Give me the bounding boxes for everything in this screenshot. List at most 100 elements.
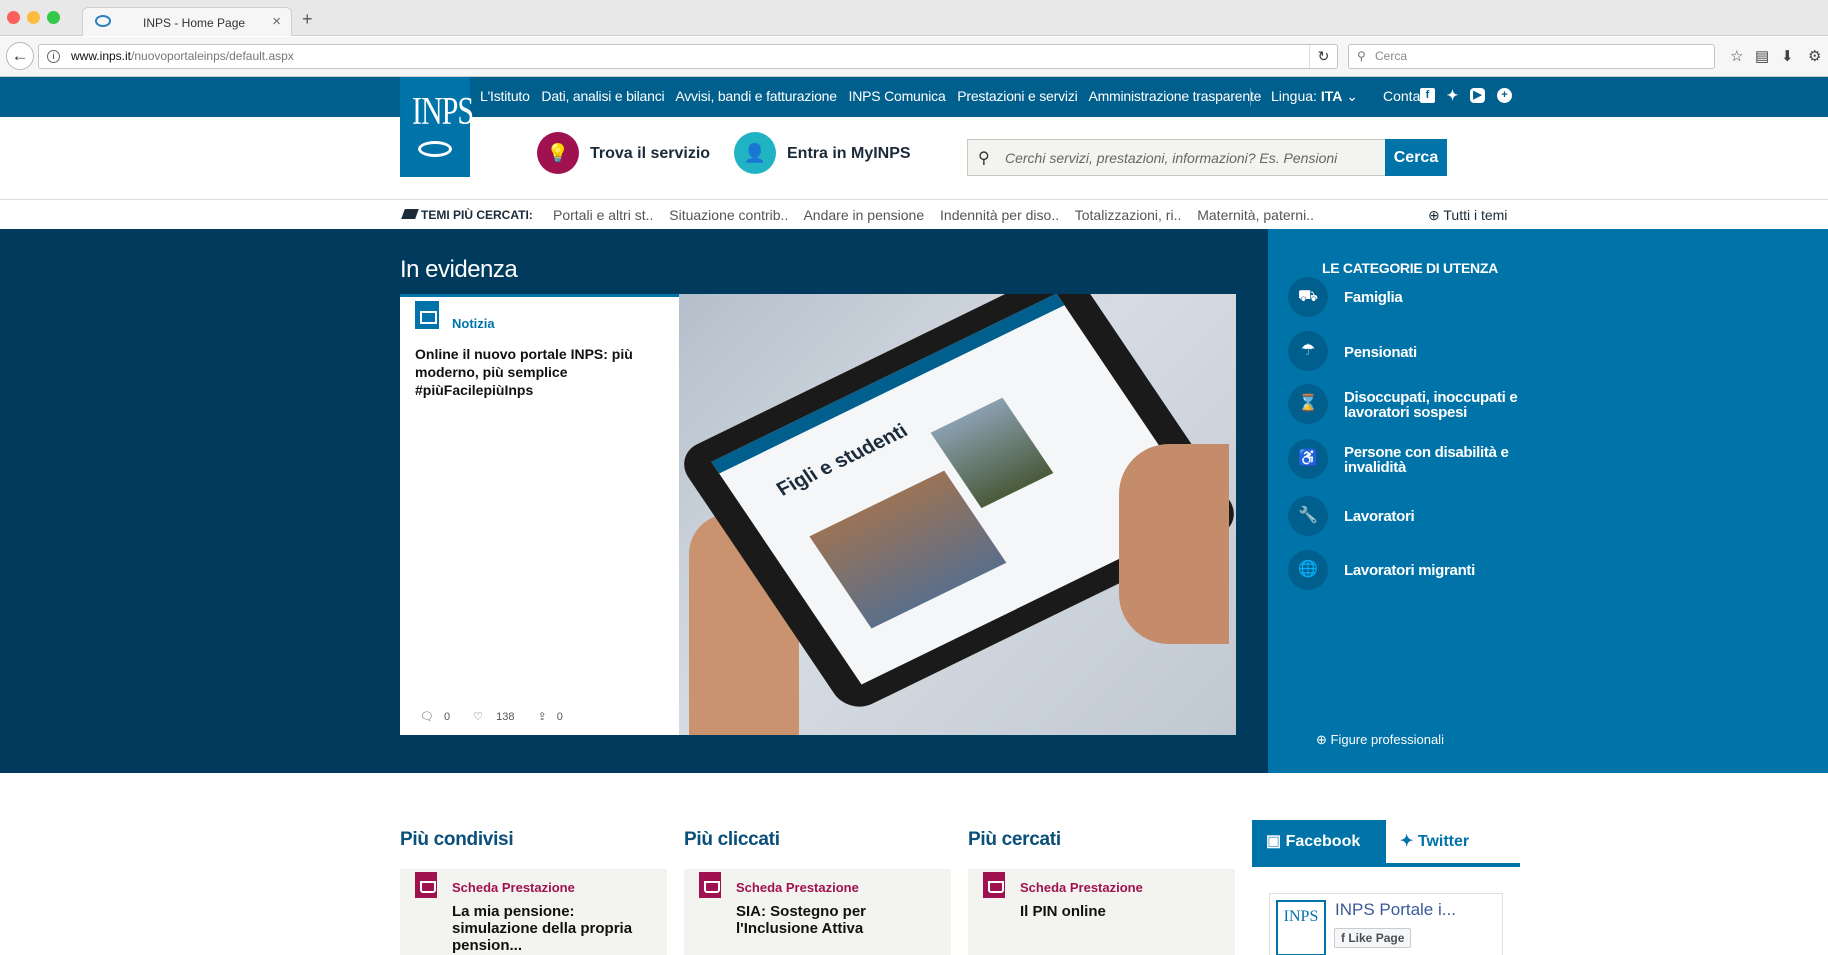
- tab-facebook[interactable]: ▣ Facebook: [1252, 820, 1386, 863]
- section-title-cliccati: Più cliccati: [684, 829, 780, 850]
- lang-value: ITA: [1320, 88, 1343, 104]
- news-tag: Notizia: [452, 316, 495, 331]
- inbox-icon: [983, 872, 1005, 898]
- newspaper-icon: [415, 301, 439, 329]
- twitter-icon: ✦: [1400, 833, 1418, 850]
- site-search: ⚲ Cerchi servizi, prestazioni, informazi…: [967, 139, 1447, 176]
- new-tab-icon[interactable]: +: [302, 9, 313, 30]
- plus-icon[interactable]: +: [1497, 88, 1512, 103]
- card-title[interactable]: SIA: Sostegno per l'Inclusione Attiva: [736, 903, 936, 937]
- search-icon: ⚲: [978, 150, 990, 167]
- theme-link[interactable]: Totalizzazioni, ri..: [1075, 207, 1182, 223]
- card-cercati[interactable]: Scheda Prestazione Il PIN online: [968, 869, 1235, 955]
- social-widget: ▣ Facebook ✦ Twitter INPS INPS Portale i…: [1252, 820, 1520, 955]
- wrench-icon: 🔧: [1288, 496, 1328, 536]
- reading-list-icon[interactable]: ▤: [1755, 47, 1769, 65]
- shares-count[interactable]: ⇪ 0: [538, 711, 573, 723]
- nav-link-avvisi[interactable]: Avvisi, bandi e fatturazione: [675, 88, 837, 104]
- wheelchair-icon: ♿: [1288, 439, 1328, 479]
- inbox-icon: [415, 872, 437, 898]
- themes-bar: TEMI PIÙ CERCATI: Portali e altri st.. S…: [0, 199, 1828, 229]
- search-icon: ⚲: [1357, 49, 1366, 63]
- language-selector[interactable]: Lingua: ITA ⌄: [1271, 88, 1358, 105]
- logo-text: INPS: [412, 89, 474, 133]
- trova-servizio-link[interactable]: Trova il servizio: [590, 145, 710, 163]
- site-top-nav: L'Istituto Dati, analisi e bilanci Avvis…: [0, 77, 1828, 117]
- card-tag: Scheda Prestazione: [452, 880, 575, 895]
- fb-page-name[interactable]: INPS Portale i...: [1335, 900, 1456, 920]
- comments-count[interactable]: 🗨 0: [420, 711, 460, 723]
- figure-professionali-link[interactable]: ⊕ Figure professionali: [1316, 732, 1444, 748]
- favicon-icon: [95, 15, 111, 27]
- hourglass-icon: ⌛: [1288, 384, 1328, 424]
- nav-link-prestazioni[interactable]: Prestazioni e servizi: [957, 88, 1077, 104]
- heart-icon: ♡: [473, 711, 484, 723]
- globe-icon: 🌐: [1288, 550, 1328, 590]
- hero-image[interactable]: Figli e studenti: [679, 294, 1236, 735]
- inps-logo[interactable]: INPS: [400, 77, 474, 177]
- info-icon[interactable]: i: [47, 50, 60, 63]
- nav-link-comunica[interactable]: INPS Comunica: [849, 88, 946, 104]
- maximize-window-button[interactable]: [47, 11, 60, 24]
- cerca-button[interactable]: Cerca: [1385, 139, 1447, 176]
- twitter-icon[interactable]: ✦: [1445, 88, 1460, 103]
- themes-label: TEMI PIÙ CERCATI:: [401, 208, 533, 222]
- hand-right: [1119, 444, 1229, 644]
- inbox-icon: [699, 872, 721, 898]
- theme-link[interactable]: Andare in pensione: [803, 207, 924, 223]
- browser-tab[interactable]: INPS - Home Page ×: [82, 7, 292, 36]
- download-icon[interactable]: ⬇: [1781, 47, 1794, 65]
- facebook-page-embed: INPS INPS Portale i... f Like Page: [1269, 893, 1503, 955]
- nav-divider: [1250, 88, 1251, 106]
- facebook-icon: ▣: [1266, 833, 1286, 850]
- tag-icon: [401, 209, 419, 219]
- nav-link-istituto[interactable]: L'Istituto: [480, 88, 530, 104]
- user-icon[interactable]: 👤: [734, 132, 776, 174]
- news-card[interactable]: Notizia Online il nuovo portale INPS: pi…: [400, 294, 679, 735]
- likes-count[interactable]: ♡ 138: [473, 711, 524, 723]
- news-title[interactable]: Online il nuovo portale INPS: più modern…: [415, 345, 665, 399]
- youtube-icon[interactable]: ▶: [1470, 88, 1485, 103]
- tab-twitter[interactable]: ✦ Twitter: [1386, 820, 1520, 863]
- theme-link[interactable]: Maternità, paterni..: [1197, 207, 1314, 223]
- theme-link[interactable]: Indennità per diso..: [940, 207, 1059, 223]
- browser-toolbar: ← i www.inps.it/nuovoportaleinps/default…: [0, 37, 1828, 77]
- lightbulb-icon[interactable]: 💡: [537, 132, 579, 174]
- close-window-button[interactable]: [7, 11, 20, 24]
- top-nav-links: L'Istituto Dati, analisi e bilanci Avvis…: [480, 88, 1269, 104]
- url-domain: www.inps.it: [71, 49, 132, 63]
- site-search-input[interactable]: Cerchi servizi, prestazioni, informazion…: [1005, 150, 1337, 166]
- browser-search-input[interactable]: ⚲ Cerca: [1348, 44, 1715, 69]
- comment-icon: 🗨: [420, 711, 434, 723]
- nav-link-dati[interactable]: Dati, analisi e bilanci: [541, 88, 664, 104]
- back-button[interactable]: ←: [6, 42, 34, 70]
- address-bar[interactable]: i www.inps.it/nuovoportaleinps/default.a…: [38, 44, 1338, 69]
- circle-arrow-icon: ⊕: [1428, 207, 1444, 223]
- circle-arrow-icon: ⊕: [1316, 732, 1331, 747]
- close-tab-icon[interactable]: ×: [272, 13, 281, 30]
- nav-link-trasparente[interactable]: Amministrazione trasparente: [1088, 88, 1261, 104]
- entra-myinps-link[interactable]: Entra in MyINPS: [787, 145, 911, 163]
- news-stats: 🗨 0 ♡ 138 ⇪ 0: [420, 710, 583, 723]
- share-icon: ⇪: [537, 711, 547, 723]
- like-page-button[interactable]: f Like Page: [1334, 928, 1412, 948]
- url-path: /nuovoportaleinps/default.aspx: [131, 49, 294, 63]
- theme-link[interactable]: Situazione contrib..: [669, 207, 788, 223]
- inps-page-logo[interactable]: INPS: [1276, 900, 1326, 955]
- card-title[interactable]: La mia pensione: simulazione della propr…: [452, 903, 652, 954]
- bookmark-star-icon[interactable]: ☆: [1730, 47, 1743, 65]
- tab-underline: [1252, 863, 1520, 867]
- logo-swirl-icon: [418, 141, 452, 157]
- pocket-icon[interactable]: ⚙: [1808, 47, 1821, 65]
- reload-icon[interactable]: ↻: [1309, 45, 1337, 68]
- stroller-icon: ⛟: [1288, 277, 1328, 317]
- minimize-window-button[interactable]: [27, 11, 40, 24]
- card-title[interactable]: Il PIN online: [1020, 903, 1220, 920]
- hero-section: In evidenza Notizia Online il nuovo port…: [0, 229, 1268, 773]
- card-condivisi[interactable]: Scheda Prestazione La mia pensione: simu…: [400, 869, 667, 955]
- theme-link[interactable]: Portali e altri st..: [553, 207, 653, 223]
- card-cliccati[interactable]: Scheda Prestazione SIA: Sostegno per l'I…: [684, 869, 951, 955]
- all-themes-link[interactable]: ⊕ Tutti i temi: [1428, 207, 1507, 224]
- facebook-icon[interactable]: f: [1420, 88, 1435, 103]
- themes-list: Portali e altri st.. Situazione contrib.…: [553, 207, 1326, 223]
